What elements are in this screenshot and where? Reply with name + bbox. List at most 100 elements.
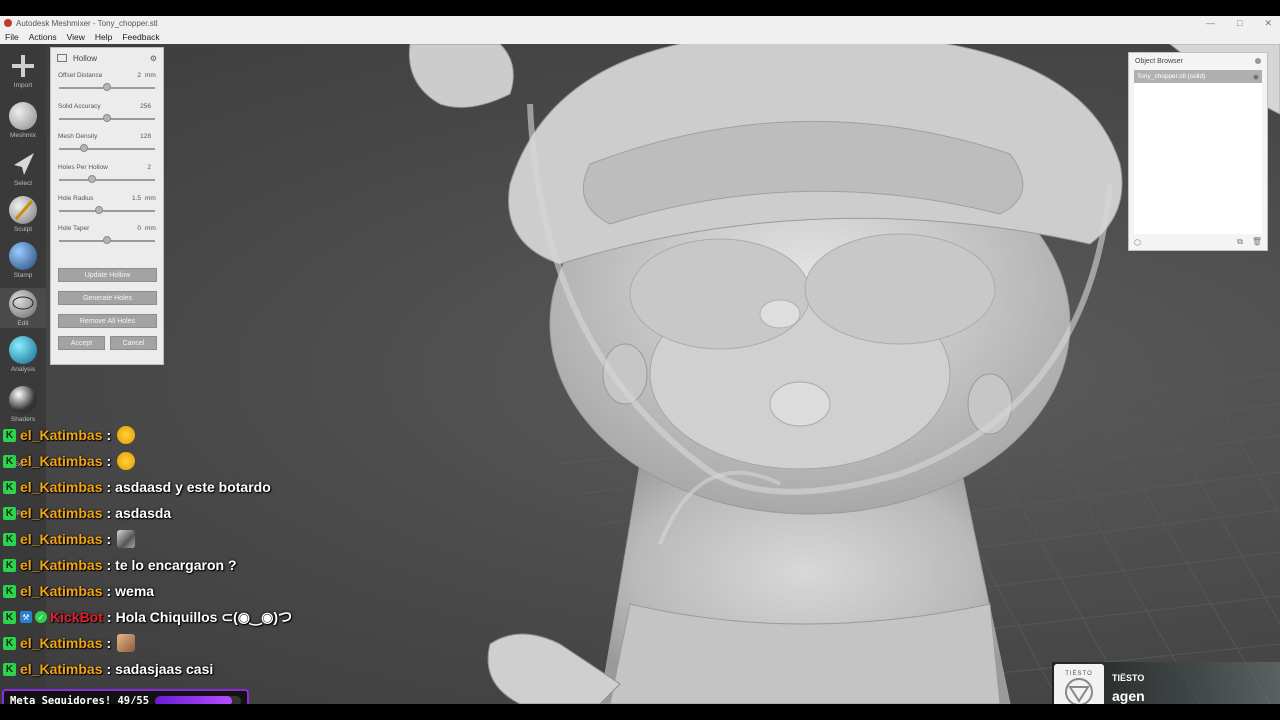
chat-text: asdaasd y este botardo xyxy=(115,479,271,495)
minimize-button[interactable]: — xyxy=(1206,18,1215,28)
chat-username[interactable]: el_Katimbas xyxy=(20,427,102,443)
object-browser-title: Object Browser xyxy=(1135,57,1183,65)
param-value[interactable]: 128 xyxy=(140,133,151,140)
slider-handle[interactable] xyxy=(103,236,112,245)
tool-label: Analysis xyxy=(10,366,36,373)
param-value[interactable]: 0 xyxy=(137,225,141,232)
ball-icon xyxy=(9,386,37,414)
chat-separator: : xyxy=(106,531,112,547)
trash-icon[interactable]: 🗑 xyxy=(1252,237,1262,247)
slider-track[interactable] xyxy=(59,209,155,212)
moderator-badge-icon: ⚒ xyxy=(20,611,32,623)
cancel-button[interactable]: Cancel xyxy=(110,336,157,350)
chat-username[interactable]: el_Katimbas xyxy=(20,661,102,677)
top-letterbox xyxy=(0,0,1280,16)
window-controls: — □ ✕ xyxy=(1206,16,1272,30)
tool-meshmix[interactable]: Meshmix xyxy=(0,102,46,139)
object-item[interactable]: Tony_chopper.stl (solid) ◉ xyxy=(1134,70,1262,83)
chat-username[interactable]: el_Katimbas xyxy=(20,505,102,521)
object-browser: Object Browser Tony_chopper.stl (solid) … xyxy=(1128,52,1268,251)
chat-username[interactable]: el_Katimbas xyxy=(20,531,102,547)
chat-text: te lo encargaron ? xyxy=(115,557,237,573)
tool-sculpt[interactable]: Sculpt xyxy=(0,196,46,233)
close-icon[interactable] xyxy=(1255,58,1261,64)
chat-separator: : xyxy=(106,557,112,573)
chat-username[interactable]: el_Katimbas xyxy=(20,635,102,651)
param-value[interactable]: 1.5 xyxy=(132,195,141,202)
chat-message: Kel_Katimbas: sadasjaas casi xyxy=(3,658,213,680)
tool-select[interactable]: Select xyxy=(0,150,46,187)
slider-handle[interactable] xyxy=(88,175,97,184)
edit-icon xyxy=(9,290,37,318)
viewport-grid-and-model[interactable] xyxy=(0,44,1280,704)
accept-button[interactable]: Accept xyxy=(58,336,105,350)
gear-icon[interactable]: ⚙ xyxy=(150,54,157,63)
meshmixer-app-icon xyxy=(4,19,12,27)
chat-username[interactable]: el_Katimbas xyxy=(20,479,102,495)
eye-icon[interactable]: ◉ xyxy=(1253,73,1259,81)
verified-badge-icon: ✓ xyxy=(35,611,47,623)
chat-username[interactable]: KickBot xyxy=(50,609,103,625)
3d-viewport[interactable] xyxy=(0,44,1280,704)
chat-separator: : xyxy=(106,583,112,599)
chat-message: Kel_Katimbas: xyxy=(3,424,136,446)
kick-badge-icon: K xyxy=(3,662,16,676)
chat-text: Hola Chiquillos ⊂(◉‿◉)つ xyxy=(115,609,293,625)
hollow-title: Hollow xyxy=(73,53,98,63)
object-browser-footer: ⬡ ⧉ 🗑 xyxy=(1134,237,1262,247)
artist-name: TIËSTO xyxy=(1112,673,1145,683)
slider-handle[interactable] xyxy=(80,144,89,153)
slider-handle[interactable] xyxy=(103,83,112,91)
slider-handle[interactable] xyxy=(103,113,112,122)
box-icon xyxy=(57,54,67,62)
menu-file[interactable]: File xyxy=(0,32,24,42)
param-row: Hole Taper 0 mm xyxy=(51,221,163,252)
kick-badge-icon: K xyxy=(3,584,16,598)
chat-username[interactable]: el_Katimbas xyxy=(20,557,102,573)
tool-label: Edit xyxy=(17,320,29,327)
slider-track[interactable] xyxy=(59,148,155,151)
chat-username[interactable]: el_Katimbas xyxy=(20,583,102,599)
tool-edit[interactable]: Edit xyxy=(0,288,46,328)
stamp-icon xyxy=(9,242,37,270)
slider-handle[interactable] xyxy=(95,205,104,214)
left-toolbar: Import Meshmix Select Sculpt Stamp Edit … xyxy=(0,44,46,704)
maximize-button[interactable]: □ xyxy=(1237,18,1242,28)
tool-import[interactable]: Import xyxy=(0,52,46,89)
update-hollow-button[interactable]: Update Hollow xyxy=(58,268,157,282)
param-label: Offset Distance xyxy=(58,72,103,79)
param-value[interactable]: 2 xyxy=(137,72,141,79)
slider-track[interactable] xyxy=(59,179,155,182)
tool-analysis[interactable]: Analysis xyxy=(0,336,46,373)
duplicate-icon[interactable]: ⧉ xyxy=(1237,237,1243,247)
kick-badge-icon: K xyxy=(3,558,16,572)
menu-help[interactable]: Help xyxy=(90,32,117,42)
chat-separator: : xyxy=(106,427,112,443)
remove-all-holes-button[interactable]: Remove All Holes xyxy=(58,314,157,328)
chat-message: Kel_Katimbas: asdasda xyxy=(3,502,171,524)
param-value[interactable]: 256 xyxy=(140,103,151,110)
close-button[interactable]: ✕ xyxy=(1264,18,1272,29)
clap-emote-icon xyxy=(117,452,136,470)
tool-shaders[interactable]: Shaders xyxy=(0,386,46,423)
tool-label: Shaders xyxy=(10,416,36,423)
generate-holes-button[interactable]: Generate Holes xyxy=(58,291,157,305)
menu-feedback[interactable]: Feedback xyxy=(117,32,164,42)
kick-badge-icon: K xyxy=(3,636,16,650)
plus-icon xyxy=(9,52,37,80)
param-row: Offset Distance 2 mm xyxy=(51,68,163,99)
param-label: Solid Accuracy xyxy=(58,102,101,110)
param-value[interactable]: 2 xyxy=(147,164,151,171)
chat-username[interactable]: el_Katimbas xyxy=(20,453,102,469)
kick-badge-icon: K xyxy=(3,532,16,546)
chat-message: Kel_Katimbas: te lo encargaron ? xyxy=(3,554,237,576)
chat-text: sadasjaas casi xyxy=(115,661,214,677)
menu-view[interactable]: View xyxy=(62,32,90,42)
param-unit: mm xyxy=(145,225,156,233)
chat-separator: : xyxy=(106,661,112,677)
cube-icon[interactable]: ⬡ xyxy=(1134,238,1141,247)
image-emote-icon xyxy=(117,530,136,548)
menu-actions[interactable]: Actions xyxy=(24,32,62,42)
tool-stamp[interactable]: Stamp xyxy=(0,242,46,279)
param-unit: mm xyxy=(145,194,156,202)
